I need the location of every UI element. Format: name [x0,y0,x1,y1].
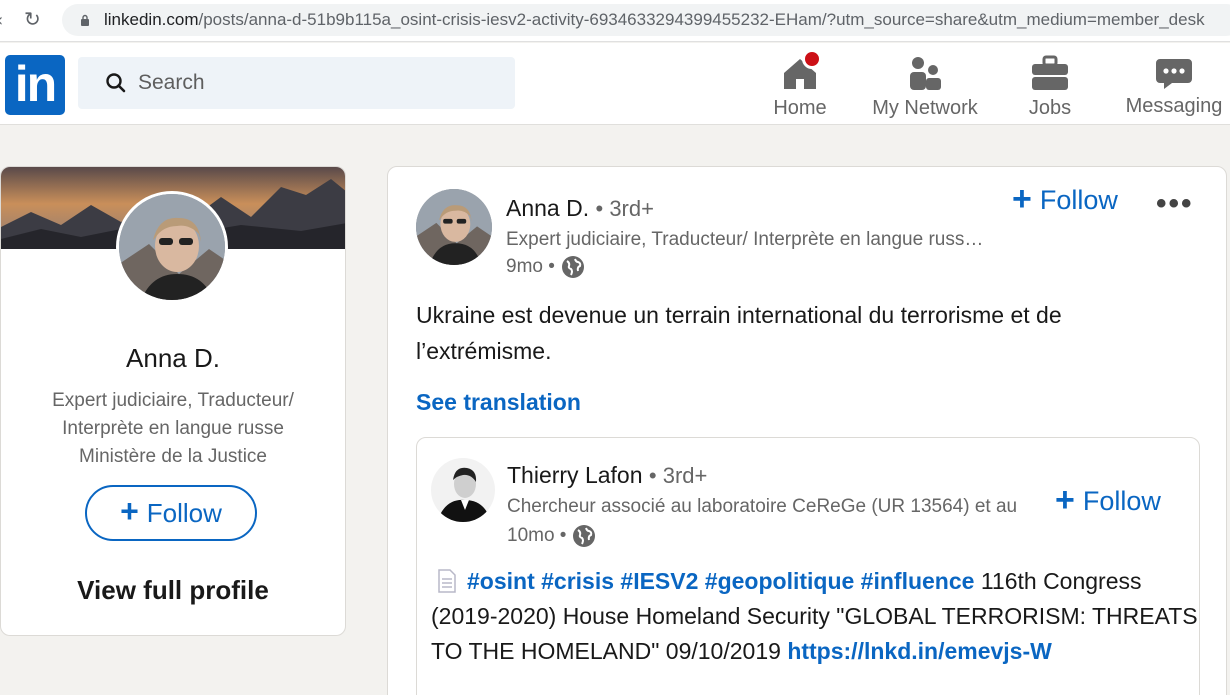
see-translation-link[interactable]: See translation [416,389,581,416]
profile-name: Anna D. [126,343,220,373]
briefcase-icon [1032,55,1068,90]
nav-messaging[interactable]: Messaging [1118,47,1230,123]
post-text: Ukraine est devenue un terrain internati… [416,302,1062,364]
profile-photo [119,194,225,300]
shared-link[interactable]: https://lnkd.in/emevjs-W [787,638,1052,664]
shared-post[interactable]: Thierry Lafon • 3rd+ Chercheur associé a… [416,437,1200,695]
follow-label: Follow [1082,486,1161,516]
follow-label: Follow [1039,185,1118,215]
profile-follow-button[interactable]: + Follow [85,485,257,541]
linkedin-header: in Home My Network Jobs [0,43,1230,125]
shared-author-name-text: Thierry Lafon [507,462,643,488]
address-bar[interactable]: linkedin.com/posts/anna-d-51b9b115a_osin… [62,4,1230,36]
profile-avatar[interactable] [116,191,228,303]
plus-icon: + [120,493,139,529]
plus-icon: + [1012,179,1032,218]
profile-headline: Expert judiciaire, Traducteur/ Interprèt… [52,390,294,467]
shared-connection-degree: • 3rd+ [648,463,708,488]
browser-toolbar: ‹ ↻ linkedin.com/posts/anna-d-51b9b115a_… [0,0,1230,42]
shared-author-headline: Chercheur associé au laboratoire CeReGe … [507,496,1018,517]
url-text: linkedin.com/posts/anna-d-51b9b115a_osin… [104,10,1205,30]
author-photo [416,189,492,265]
post-follow-button[interactable]: + Follow [1012,179,1118,218]
connection-degree: • 3rd+ [595,196,654,221]
post-author-headline: Expert judiciaire, Traducteur/ Interprèt… [506,229,986,250]
shared-author-avatar[interactable] [431,458,495,522]
more-options-icon[interactable]: ••• [1156,187,1194,221]
globe-icon [573,525,596,547]
url-host: linkedin.com [104,10,199,29]
nav-jobs-label: Jobs [1028,97,1072,119]
plus-icon: + [1055,480,1075,519]
shared-post-text: #osint #crisis #IESV2 #geopolitique #inf… [431,564,1201,669]
search-input[interactable] [138,67,498,99]
nav-my-network-label: My Network [872,97,978,119]
linkedin-logo[interactable]: in [5,55,65,115]
view-full-profile-link[interactable]: View full profile [1,575,345,606]
nav-jobs[interactable]: Jobs [1010,47,1090,123]
search-bar[interactable] [78,57,515,109]
follow-label: Follow [146,497,222,528]
shared-author-name[interactable]: Thierry Lafon • 3rd+ [507,462,707,489]
network-icon [910,57,941,90]
globe-icon [561,256,584,278]
reload-icon[interactable]: ↻ [24,8,46,30]
nav-home[interactable]: Home [760,47,840,123]
shared-author-photo [431,458,495,522]
profile-card: Anna D. Expert judiciaire, Traducteur/ I… [0,166,346,636]
shared-follow-button[interactable]: + Follow [1055,480,1161,519]
nav-messaging-label: Messaging [1125,95,1223,117]
messaging-icon [1156,59,1192,89]
back-arrow-icon[interactable]: ‹ [0,10,8,31]
document-icon [438,569,456,593]
search-icon [106,73,126,93]
notification-badge [802,49,822,69]
url-path: /posts/anna-d-51b9b115a_osint-crisis-ies… [198,10,1205,29]
post-timestamp: 9mo • [506,255,585,279]
shared-time-text: 10mo • [507,525,567,546]
nav-my-network[interactable]: My Network [864,47,986,123]
shared-timestamp: 10mo • [507,524,596,548]
post-time-text: 9mo • [506,256,555,277]
post-card: Anna D. • 3rd+ Expert judiciaire, Traduc… [387,166,1227,695]
lock-icon [81,14,89,26]
author-name-text: Anna D. [506,195,590,221]
post-author-name[interactable]: Anna D. • 3rd+ [506,195,654,222]
hashtags[interactable]: #osint #crisis #IESV2 #geopolitique #inf… [467,568,974,594]
nav-home-label: Home [773,97,827,119]
post-author-avatar[interactable] [416,189,492,265]
